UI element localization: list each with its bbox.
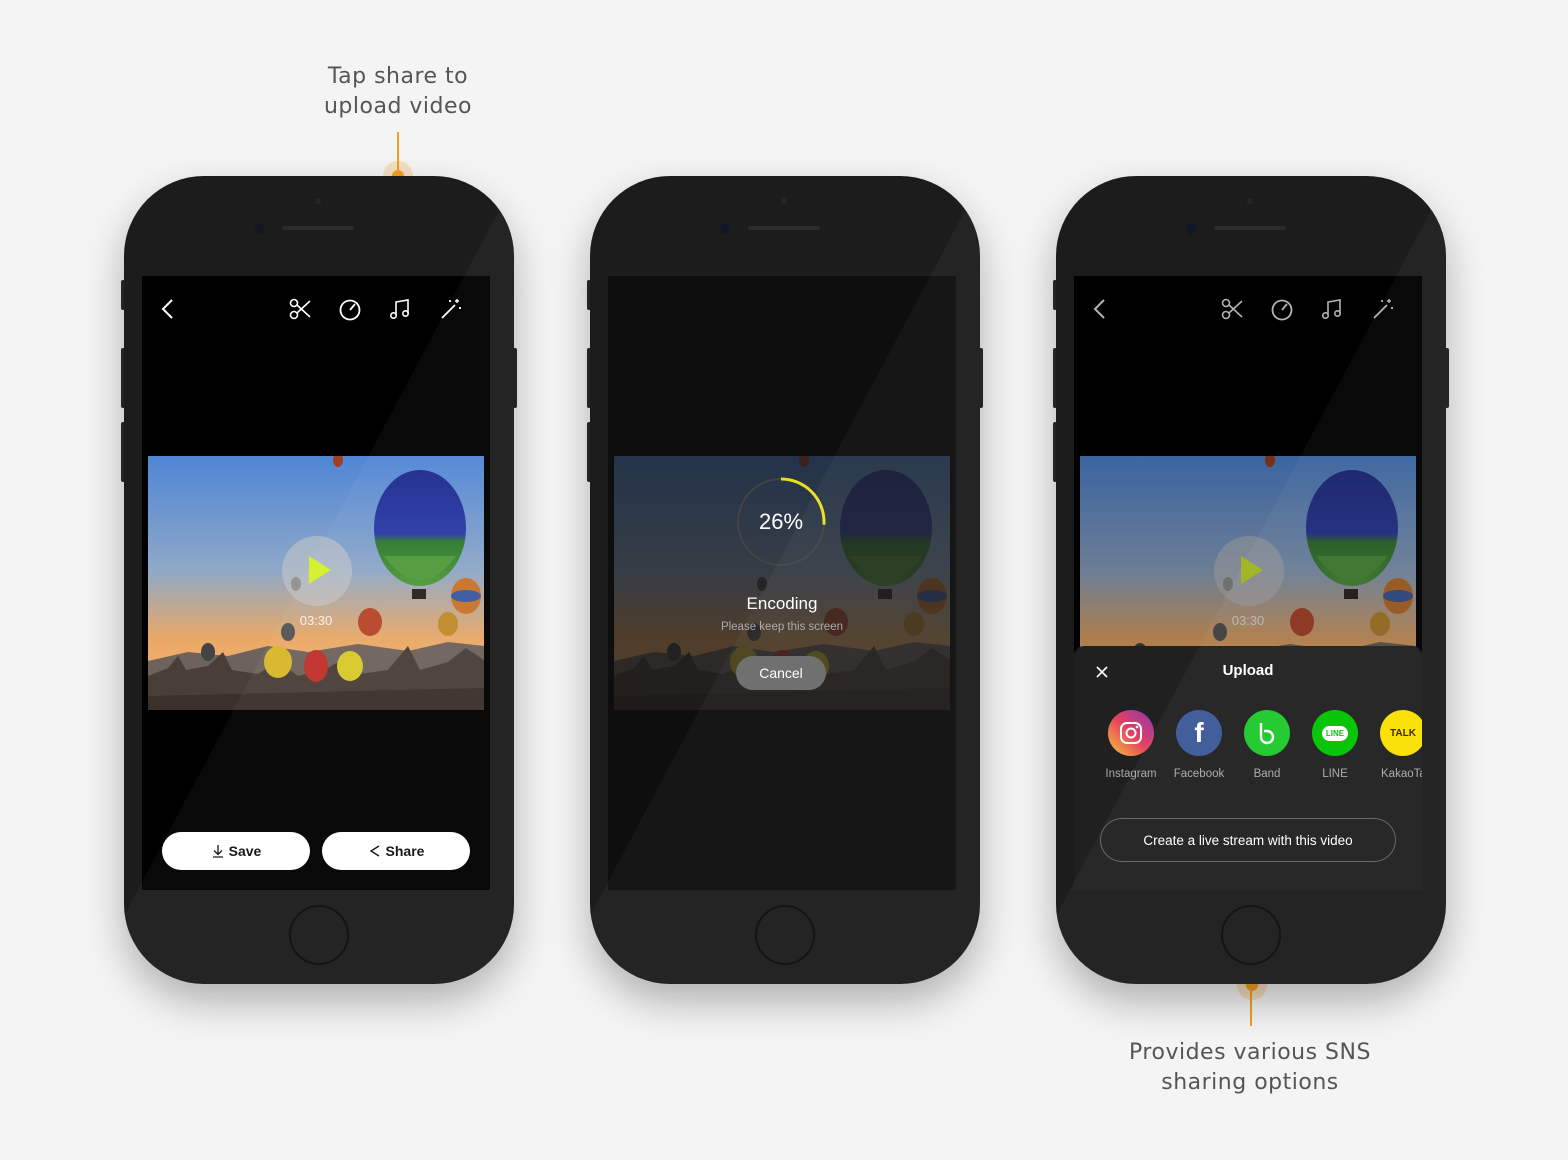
callout-sns-options: Provides various SNS sharing options [1090, 1038, 1410, 1098]
sns-label: KakaoTa [1381, 768, 1422, 780]
music-icon[interactable] [387, 296, 413, 322]
callout-top-line2: upload video [323, 94, 472, 119]
callout-tap-share: Tap share to upload video [268, 62, 528, 122]
kakao-badge: TALK [1390, 727, 1416, 739]
phone-upload: 03:30 Upload Instagram f Facebook Band L… [1056, 176, 1446, 984]
callout-top-line1: Tap share to [327, 64, 469, 89]
encoding-title: Encoding [746, 594, 818, 613]
play-button[interactable] [282, 536, 352, 606]
encoding-screen: 26% Encoding Please keep this screen Can… [608, 276, 956, 890]
magic-wand-icon[interactable] [1370, 296, 1396, 322]
back-icon[interactable] [1088, 296, 1114, 322]
speed-icon[interactable] [337, 296, 363, 322]
encoding-overlay [608, 276, 956, 890]
sns-label: LINE [1322, 768, 1348, 780]
sns-option-band[interactable]: Band [1235, 710, 1299, 780]
play-button[interactable] [1214, 536, 1284, 606]
front-camera [720, 224, 730, 234]
share-button[interactable]: Share [322, 832, 470, 870]
callout-bottom-line1: Provides various SNS [1129, 1040, 1371, 1065]
callout-bottom-line2: sharing options [1161, 1070, 1339, 1095]
share-label: Share [385, 843, 425, 859]
scissors-icon[interactable] [1220, 296, 1246, 322]
encoding-percent: 26% [758, 509, 804, 534]
sns-option-kakaotalk[interactable]: TALK KakaoTa [1371, 710, 1422, 780]
phone-editor: 03:30 Save Share [124, 176, 514, 984]
home-button [1221, 905, 1281, 965]
scissors-icon[interactable] [288, 296, 314, 322]
earpiece-speaker [1214, 226, 1286, 230]
front-camera [1186, 224, 1196, 234]
save-button[interactable]: Save [162, 832, 310, 870]
sns-label: Band [1253, 768, 1281, 780]
editor-toolbar [1074, 276, 1422, 344]
cancel-button[interactable]: Cancel [736, 656, 826, 690]
upload-sheet: Upload Instagram f Facebook Band LINE LI… [1074, 646, 1422, 890]
proximity-sensor [1247, 198, 1253, 204]
sns-option-line[interactable]: LINE LINE [1303, 710, 1367, 780]
video-duration: 03:30 [1231, 613, 1265, 628]
line-icon: LINE [1312, 710, 1358, 756]
band-icon [1244, 710, 1290, 756]
video-duration: 03:30 [299, 613, 333, 628]
line-badge: LINE [1321, 725, 1349, 741]
home-button [755, 905, 815, 965]
save-label: Save [228, 843, 262, 859]
editor-toolbar [142, 276, 490, 344]
share-icon [369, 845, 379, 857]
facebook-icon: f [1176, 710, 1222, 756]
sns-option-facebook[interactable]: f Facebook [1167, 710, 1231, 780]
download-icon [212, 845, 223, 858]
sns-option-instagram[interactable]: Instagram [1099, 710, 1163, 780]
proximity-sensor [315, 198, 321, 204]
kakaotalk-icon: TALK [1380, 710, 1422, 756]
instagram-icon [1108, 710, 1154, 756]
music-icon[interactable] [1319, 296, 1345, 322]
front-camera [254, 224, 264, 234]
proximity-sensor [781, 198, 787, 204]
back-icon[interactable] [156, 296, 182, 322]
editor-screen: 03:30 Save Share [142, 276, 490, 890]
magic-wand-icon[interactable] [438, 296, 464, 322]
sns-label: Instagram [1105, 768, 1157, 780]
earpiece-speaker [748, 226, 820, 230]
upload-title: Upload [1222, 662, 1274, 679]
encoding-subtitle: Please keep this screen [720, 621, 844, 633]
phone-encoding: 26% Encoding Please keep this screen Can… [590, 176, 980, 984]
earpiece-speaker [282, 226, 354, 230]
upload-screen: 03:30 Upload Instagram f Facebook Band L… [1074, 276, 1422, 890]
create-live-stream-button[interactable]: Create a live stream with this video [1100, 818, 1396, 862]
home-button [289, 905, 349, 965]
sns-label: Facebook [1173, 768, 1225, 780]
video-preview[interactable]: 03:30 [148, 456, 484, 710]
speed-icon[interactable] [1269, 296, 1295, 322]
